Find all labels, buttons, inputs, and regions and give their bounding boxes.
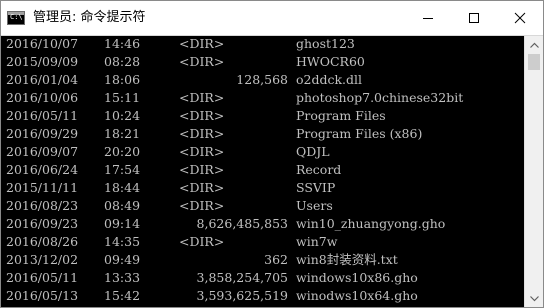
close-button[interactable] <box>497 1 543 35</box>
console-line: 2016/01/04 18:06 128,568 o2ddck.dll <box>1 71 525 89</box>
file-name: ghost123 <box>296 36 355 51</box>
file-time: 10:24 <box>104 108 141 123</box>
file-name: win8封装资料.txt <box>296 252 398 267</box>
maximize-icon <box>469 13 479 23</box>
file-date: 2016/08/23 <box>6 198 79 213</box>
chevron-down-icon <box>529 295 539 301</box>
file-date: 2016/05/13 <box>6 288 79 303</box>
file-name: win10_zhuangyong.gho <box>296 216 446 231</box>
console-line: 2016/09/23 09:14 8,626,485,853 win10_zhuang… <box>1 215 525 233</box>
console-line: 2016/06/24 17:54 <DIR> Record <box>1 161 525 179</box>
file-date: 2016/09/07 <box>6 144 79 159</box>
file-name: win7w <box>296 234 338 249</box>
file-date: 2013/12/02 <box>6 252 79 267</box>
file-name: winodws10x64.gho <box>296 288 418 303</box>
file-date: 2016/09/29 <box>6 126 79 141</box>
file-name: QDJL <box>296 144 330 159</box>
console-line: 2016/09/29 18:21 <DIR> Program Files (x86) <box>1 125 525 143</box>
file-name: Record <box>296 162 342 177</box>
dir-marker: <DIR> <box>179 36 225 51</box>
dir-marker: <DIR> <box>179 234 225 249</box>
file-size: 362 <box>264 252 288 267</box>
file-time: 09:49 <box>104 252 141 267</box>
file-size: 3,858,254,705 <box>196 270 288 285</box>
dir-marker: <DIR> <box>179 54 225 69</box>
file-date: 2016/06/24 <box>6 162 79 177</box>
console-output[interactable]: 2016/10/07 14:46 <DIR> ghost123 2015/09/09 08… <box>1 36 525 307</box>
close-icon <box>514 12 526 24</box>
dir-marker: <DIR> <box>179 198 225 213</box>
console-line: 2015/11/11 18:44 <DIR> SSVIP <box>1 179 525 197</box>
cmd-icon[interactable]: C:\ <box>7 11 25 25</box>
file-date: 2016/05/11 <box>6 270 79 285</box>
console-line: 2016/05/11 13:33 3,858,254,705 windows10x86… <box>1 269 525 287</box>
file-time: 18:21 <box>104 126 141 141</box>
console-line: 2016/05/11 10:24 <DIR> Program Files <box>1 107 525 125</box>
file-time: 14:35 <box>104 234 141 249</box>
file-date: 2016/05/11 <box>6 108 79 123</box>
console-line: 2016/08/23 08:49 <DIR> Users <box>1 197 525 215</box>
scroll-down-button[interactable] <box>525 290 543 307</box>
file-name: photoshop7.0chinese32bit <box>296 90 464 105</box>
file-time: 15:11 <box>104 90 141 105</box>
window-title: 管理员: 命令提示符 <box>33 10 146 25</box>
vertical-scrollbar[interactable] <box>524 36 543 307</box>
scroll-thumb[interactable] <box>528 54 540 70</box>
file-size: 8,626,485,853 <box>196 216 288 231</box>
file-time: 08:28 <box>104 54 141 69</box>
scroll-up-button[interactable] <box>525 36 543 53</box>
console-line: 2016/10/06 15:11 <DIR> photoshop7.0chinese3… <box>1 89 525 107</box>
file-time: 14:46 <box>104 36 141 51</box>
file-time: 17:54 <box>104 162 141 177</box>
file-time: 15:42 <box>104 288 141 303</box>
file-name: Program Files <box>296 108 386 123</box>
minimize-button[interactable] <box>405 1 451 35</box>
file-name: Users <box>296 198 333 213</box>
minimize-icon <box>423 18 433 19</box>
file-date: 2016/01/04 <box>6 72 79 87</box>
file-date: 2016/08/26 <box>6 234 79 249</box>
console-line: 2016/05/13 15:42 3,593,625,519 winodws10x64… <box>1 287 525 305</box>
dir-marker: <DIR> <box>179 180 225 195</box>
console-line: 2016/08/26 14:35 <DIR> win7w <box>1 233 525 251</box>
chevron-up-icon <box>529 42 539 48</box>
console-line: 2015/09/09 08:28 <DIR> HWOCR60 <box>1 53 525 71</box>
dir-marker: <DIR> <box>179 108 225 123</box>
maximize-button[interactable] <box>451 1 497 35</box>
dir-marker: <DIR> <box>179 144 225 159</box>
file-name: o2ddck.dll <box>296 72 363 87</box>
file-date: 2016/10/07 <box>6 36 79 51</box>
file-size: 3,593,625,519 <box>196 288 288 303</box>
file-name: windows10x86.gho <box>296 270 418 285</box>
file-date: 2015/09/09 <box>6 54 79 69</box>
file-date: 2015/11/11 <box>6 180 79 195</box>
title-bar[interactable]: C:\ 管理员: 命令提示符 <box>1 1 543 36</box>
console-line: 2016/10/07 14:46 <DIR> ghost123 <box>1 36 525 53</box>
file-time: 20:20 <box>104 144 141 159</box>
file-name: Program Files (x86) <box>296 126 423 141</box>
file-time: 09:14 <box>104 216 141 231</box>
console-line: 2016/09/07 20:20 <DIR> QDJL <box>1 143 525 161</box>
file-name: SSVIP <box>296 180 336 195</box>
file-time: 08:49 <box>104 198 141 213</box>
command-prompt-window: C:\ 管理员: 命令提示符 2016/10/07 14:46 <DIR> ghost… <box>0 0 544 308</box>
dir-marker: <DIR> <box>179 126 225 141</box>
file-time: 18:44 <box>104 180 141 195</box>
file-time: 13:33 <box>104 270 141 285</box>
file-date: 2016/10/06 <box>6 90 79 105</box>
console-line: 2013/12/02 09:49 362 win8封装资料.txt <box>1 251 525 269</box>
dir-marker: <DIR> <box>179 90 225 105</box>
file-name: HWOCR60 <box>296 54 365 69</box>
dir-marker: <DIR> <box>179 162 225 177</box>
file-time: 18:06 <box>104 72 141 87</box>
file-size: 128,568 <box>236 72 288 87</box>
file-date: 2016/09/23 <box>6 216 79 231</box>
